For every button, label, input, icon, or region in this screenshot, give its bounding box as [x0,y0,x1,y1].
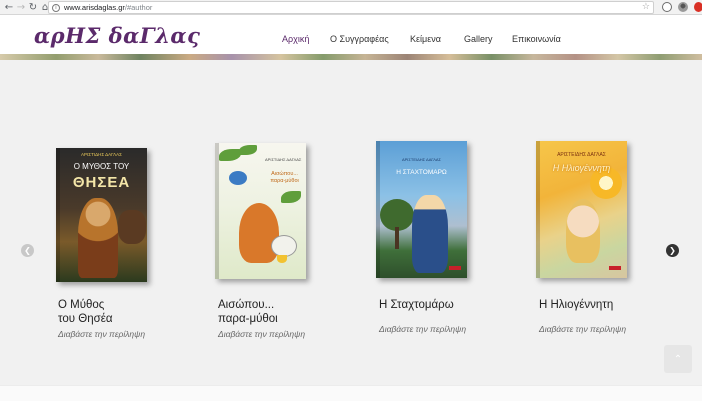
cover-author: ΑΡΙΣΤΕΙΔΗΣ ΔΑΓΛΑΣ [401,157,442,162]
browser-toolbar: ← → ↻ ⌂ i www.arisdaglas.gr /#author ☆ [0,0,702,15]
book-title[interactable]: Η Ηλιογέννητη [539,298,613,312]
book-cover-aesop[interactable]: ΑΡΙΣΤΙΔΗΣ ΔΑΓΛΑΣ Αισώπου... παρα-μύθοι [215,143,306,279]
menu-item-gallery[interactable]: Gallery [464,34,493,44]
book-title-line: Η Σταχτομάρω [379,299,454,311]
star-icon[interactable]: ☆ [642,2,650,13]
book-title-line: του Θησέα [58,313,113,325]
publisher-logo [609,266,621,270]
menu-item-author[interactable]: Ο Συγγραφέας [330,34,389,44]
cover-author: ΑΡΙΣΤΙΔΗΣ ΔΑΓΛΑΣ [81,152,122,157]
chevron-up-icon: ⌃ [673,353,683,365]
back-icon[interactable]: ← [3,1,15,13]
cover-illustration [239,203,279,263]
cover-title: Η Ηλιογέννητη [552,163,611,173]
book-title-line: Ο Μύθος [58,299,105,311]
cover-illustration [118,210,146,244]
book-spine [536,141,540,278]
read-summary-link[interactable]: Διαβάστε την περίληψη [218,329,305,339]
main-menu-part: Επικοινωνία [512,34,561,44]
main-menu-part: Gallery [464,34,493,44]
cover-illustration [271,235,297,257]
book-cover-staxtomaro[interactable]: ΑΡΙΣΤΕΙΔΗΣ ΔΑΓΛΑΣ Η ΣΤΑΧΤΟΜΑΡΩ [376,141,467,278]
cover-title: Αισώπου... παρα-μύθοι [270,171,299,184]
menu-item-home[interactable]: Αρχική [282,34,309,44]
footer-band [0,385,702,401]
book-title[interactable]: Η Σταχτομάρω [379,298,454,312]
cover-leaf [281,191,301,203]
book-cover-theseus[interactable]: ΑΡΙΣΤΙΔΗΣ ΔΑΓΛΑΣ Ο ΜΥΘΟΣ ΤΟΥ ΘΗΣΕΑ [56,148,147,282]
read-summary-link[interactable]: Διαβάστε την περίληψη [379,324,466,334]
cover-illustration [412,195,448,273]
opera-icon[interactable] [694,2,702,12]
cover-illustration [78,198,118,278]
book-spine [215,143,219,279]
main-menu-part: Ο Συγγραφέας [330,34,389,44]
publisher-logo [449,266,461,270]
cover-leaf [219,149,241,161]
book-title[interactable]: Ο Μύθος του Θησέα [58,298,112,326]
extension-icon[interactable] [662,2,672,12]
url-path: /#author [124,3,153,12]
info-icon[interactable]: i [52,3,60,12]
cover-leaf [239,145,257,155]
book-title[interactable]: Αισώπου... παρα-μύθοι [218,298,278,326]
cover-illustration [277,255,287,263]
url-host: www.arisdaglas.gr [64,3,125,12]
main-menu: Αρχική [282,34,309,44]
cover-author: ΑΡΙΣΤΕΙΔΗΣ ΔΑΓΛΑΣ [557,152,606,158]
address-bar[interactable]: i www.arisdaglas.gr /#author ☆ [48,1,654,14]
cover-title-big: ΘΗΣΕΑ [72,174,131,191]
cover-illustration [395,227,399,249]
main-menu-part: Κείμενα [410,34,441,44]
menu-item-texts[interactable]: Κείμενα [410,34,441,44]
cover-title-small: Ο ΜΥΘΟΣ ΤΟΥ [73,162,130,171]
book-cover-iliogennhth[interactable]: ΑΡΙΣΤΕΙΔΗΣ ΔΑΓΛΑΣ Η Ηλιογέννητη [536,141,627,278]
reload-icon[interactable]: ↻ [27,1,39,13]
cover-illustration [229,171,247,185]
cover-illustration [566,199,600,263]
cover-title: Η ΣΤΑΧΤΟΜΑΡΩ [396,169,447,176]
read-summary-link[interactable]: Διαβάστε την περίληψη [539,324,626,334]
cover-author: ΑΡΙΣΤΙΔΗΣ ΔΑΓΛΑΣ [265,157,302,162]
extension-icon[interactable] [678,2,688,12]
scroll-top-button[interactable]: ⌃ [664,345,692,373]
chevron-right-icon[interactable]: ❯ [666,244,679,257]
read-summary-link[interactable]: Διαβάστε την περίληψη [58,329,145,339]
book-title-line: Αισώπου... [218,299,275,311]
menu-item-contact[interactable]: Επικοινωνία [512,34,561,44]
forward-icon[interactable]: → [15,1,27,13]
book-title-line: Η Ηλιογέννητη [539,299,614,311]
site-logo[interactable]: αρΗΣ δαΓλας [34,23,200,48]
chevron-left-icon[interactable]: ❮ [21,244,34,257]
book-title-line: παρα-μύθοι [218,313,278,325]
